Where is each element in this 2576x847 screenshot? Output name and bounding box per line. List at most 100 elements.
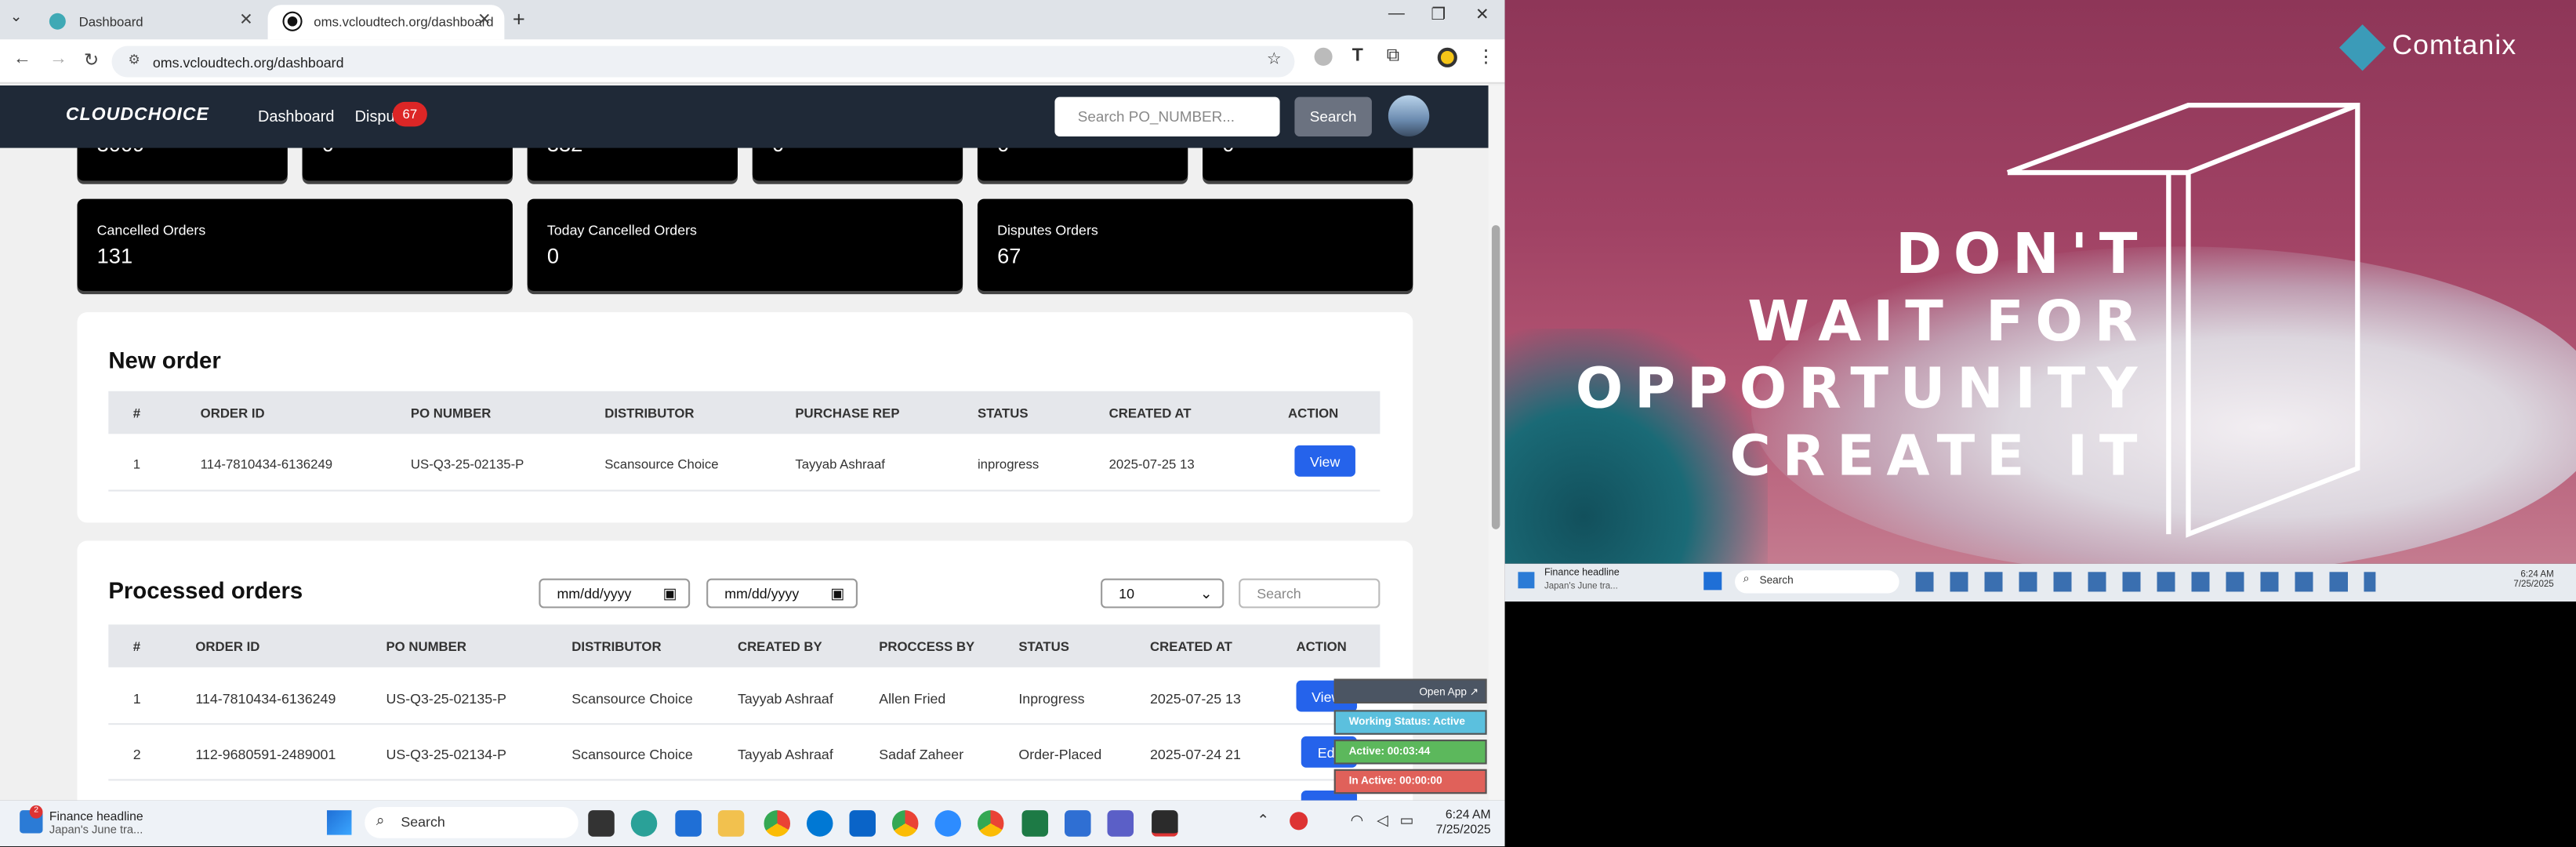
divider — [108, 489, 1381, 492]
volume-icon[interactable]: ◁ — [1377, 812, 1388, 830]
clock[interactable]: 6:24 AM 7/25/2025 — [1436, 806, 1491, 837]
cell: Order-Placed — [1018, 746, 1102, 763]
cell: 114-7810434-6136249 — [195, 690, 336, 707]
taskbar-search[interactable]: ⌕ Search — [1735, 570, 1899, 594]
news-title[interactable]: Finance headline — [49, 809, 143, 823]
new-tab-icon[interactable]: + — [513, 6, 525, 31]
card-label: Disputes Orders — [997, 221, 1098, 238]
nav-dashboard[interactable]: Dashboard — [258, 108, 334, 126]
file-explorer-icon[interactable] — [717, 810, 745, 837]
quote-line: OPPORTUNITY — [1575, 356, 2150, 423]
view-button[interactable]: View — [1294, 445, 1355, 477]
desktop-wallpaper: DON'T WAIT FOR OPPORTUNITY CREATE IT — [1504, 0, 2576, 564]
outlook-icon[interactable] — [849, 810, 876, 837]
extension-icon[interactable] — [1314, 47, 1333, 66]
tab-dashboard[interactable]: Dashboard ✕ — [33, 5, 267, 39]
scrollbar-thumb[interactable] — [1491, 225, 1500, 529]
task-view-icon[interactable] — [588, 810, 615, 837]
start-date-input[interactable]: mm/dd/yyyy ▣ — [539, 578, 691, 609]
forward-icon[interactable]: → — [49, 49, 67, 69]
cell: Allen Fried — [879, 690, 946, 707]
taskbar-search[interactable]: ⌕ Search — [365, 806, 579, 838]
today-cancelled-card: Today Cancelled Orders 0 — [527, 198, 963, 291]
edge-icon[interactable] — [806, 810, 833, 837]
cell: US-Q3-25-02135-P — [410, 456, 524, 472]
col-header: ORDER ID — [200, 405, 265, 421]
col-header: PO NUMBER — [410, 405, 492, 421]
user-avatar[interactable] — [1388, 95, 1430, 136]
col-header: PROCCESS BY — [879, 639, 975, 655]
chrome-profile-icon[interactable] — [891, 810, 919, 837]
cell: US-Q3-25-02134-P — [386, 746, 506, 763]
col-header: PO NUMBER — [386, 639, 466, 655]
window-close-icon[interactable]: ✕ — [1475, 6, 1489, 24]
calculator-icon[interactable] — [675, 810, 702, 837]
site-info-icon[interactable]: ⚙ — [128, 53, 140, 67]
profile-avatar-icon[interactable] — [1437, 47, 1457, 67]
close-tab-icon[interactable]: ✕ — [477, 12, 492, 30]
edge-beta-icon[interactable] — [630, 810, 658, 837]
maximize-icon[interactable]: ❐ — [1431, 6, 1446, 24]
tracker-app-icon[interactable] — [1152, 810, 1178, 837]
cell: Scansource Choice — [571, 690, 693, 707]
open-app-button[interactable]: Open App ↗ — [1333, 678, 1487, 703]
cell: Scansource Choice — [571, 746, 693, 763]
cell: Tayyab Ashraaf — [737, 690, 833, 707]
pinned-apps-icons[interactable] — [1915, 572, 2376, 592]
search-button[interactable]: Search — [1294, 96, 1372, 136]
select-value: 10 — [1119, 585, 1135, 602]
po-search-input[interactable]: Search PO_NUMBER... — [1054, 96, 1280, 136]
chrome-alt-icon[interactable] — [977, 810, 1004, 837]
clock[interactable]: 6:24 AM 7/25/2025 — [2513, 570, 2553, 590]
card-label: Today Cancelled Orders — [546, 221, 697, 238]
teams-icon[interactable] — [1107, 810, 1134, 837]
page-scrollbar[interactable] — [1488, 85, 1505, 801]
chevron-up-icon[interactable]: ⌃ — [1257, 812, 1269, 830]
start-icon[interactable] — [327, 810, 352, 835]
page-size-select[interactable]: 10 ⌄ — [1101, 578, 1225, 609]
tab-title: Dashboard — [78, 14, 143, 30]
menu-kebab-icon[interactable]: ⋮ — [1477, 46, 1495, 67]
nav-disputes[interactable]: Dispu — [355, 108, 395, 126]
zoom-icon[interactable] — [934, 810, 961, 837]
back-icon[interactable]: ← — [13, 49, 31, 69]
news-widget-icon[interactable] — [1518, 572, 1535, 589]
url-field[interactable]: ⚙ oms.vcloudtech.org/dashboard ☆ — [111, 45, 1295, 78]
clock-time: 6:24 AM — [1445, 806, 1491, 822]
reload-icon[interactable]: ↻ — [84, 49, 99, 71]
photos-icon[interactable] — [1065, 810, 1091, 837]
minimize-icon[interactable]: — — [1388, 5, 1405, 23]
cancelled-orders-card: Cancelled Orders 131 — [77, 198, 513, 291]
top-navbar: CLOUDCHOICE Dashboard Dispu 67 Search PO… — [0, 85, 1489, 148]
wifi-icon[interactable]: ◠ — [1351, 812, 1363, 830]
cell: US-Q3-25-02135-P — [386, 690, 506, 707]
time-tracker-widget: Open App ↗ Working Status: Active Active… — [1333, 678, 1487, 794]
site-favicon-icon — [49, 13, 66, 30]
start-icon[interactable] — [1703, 572, 1722, 591]
text-tool-icon[interactable]: T — [1352, 46, 1363, 66]
site-logo[interactable]: CLOUDCHOICE — [66, 105, 209, 125]
table-search-input[interactable]: Search — [1239, 578, 1381, 609]
col-header: DISTRIBUTOR — [604, 405, 695, 421]
active-timer: Active: 00:03:44 — [1333, 740, 1487, 765]
clock-date: 7/25/2025 — [2513, 580, 2554, 591]
bookmark-star-icon[interactable]: ☆ — [1267, 51, 1282, 69]
cell: 112-9680591-2489001 — [195, 746, 336, 763]
col-header: STATUS — [977, 405, 1029, 421]
site-favicon-icon — [284, 13, 301, 30]
page-viewport: 3009 0 332 0 0 0 CLOUDCHOICE Dashboard D… — [0, 85, 1489, 801]
battery-icon[interactable]: ▭ — [1400, 812, 1414, 830]
chrome-icon[interactable] — [764, 810, 791, 837]
tab-search-icon[interactable]: ⌄ — [10, 8, 23, 26]
excel-icon[interactable] — [1021, 810, 1049, 837]
tab-title: oms.vcloudtech.org/dashboard — [314, 14, 494, 30]
calendar-icon[interactable]: ▣ — [830, 585, 844, 603]
tray-app-icon[interactable] — [1290, 812, 1308, 831]
date-placeholder: mm/dd/yyyy — [724, 585, 800, 602]
extensions-puzzle-icon[interactable]: ⧉ — [1387, 46, 1399, 67]
end-date-input[interactable]: mm/dd/yyyy ▣ — [706, 578, 858, 609]
tab-oms-dashboard[interactable]: oms.vcloudtech.org/dashboard ✕ — [267, 5, 505, 40]
calendar-icon[interactable]: ▣ — [663, 585, 677, 603]
news-title[interactable]: Finance headline — [1544, 569, 1620, 579]
close-tab-icon[interactable]: ✕ — [239, 12, 253, 30]
